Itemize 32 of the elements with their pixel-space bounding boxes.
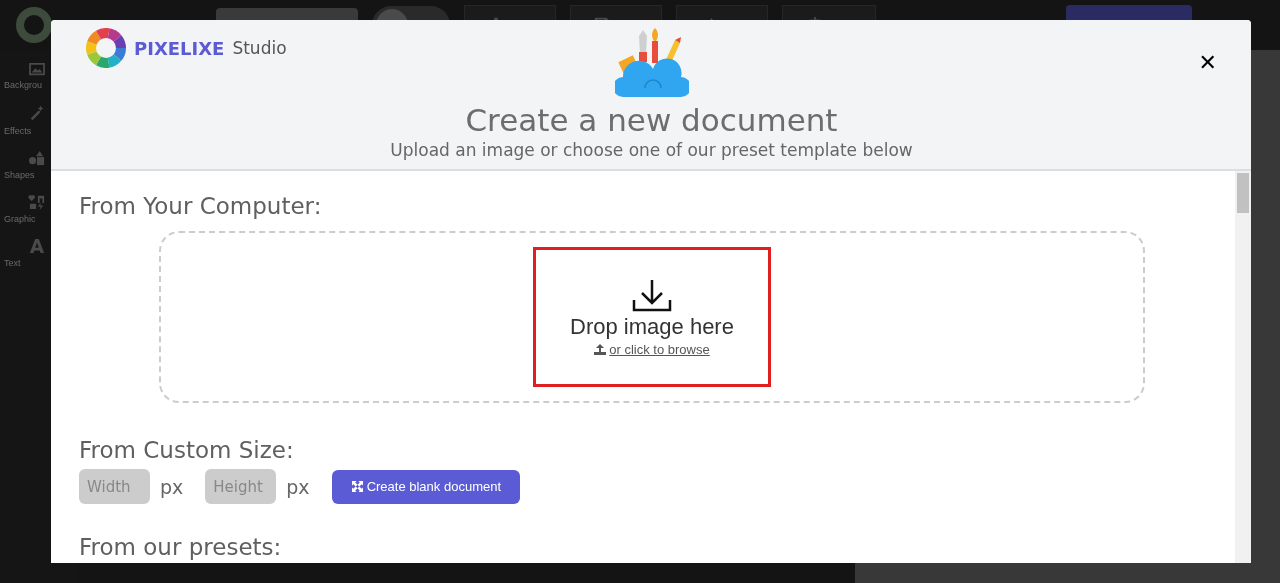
upload-icon: [594, 343, 607, 355]
image-icon: [28, 62, 46, 76]
brand-suffix: Studio: [232, 38, 287, 58]
expand-arrows-icon: [351, 481, 363, 492]
scrollbar[interactable]: [1235, 171, 1251, 563]
letter-icon: [28, 238, 46, 254]
sidebar-item[interactable]: Shapes: [0, 150, 50, 180]
drop-zone[interactable]: Drop image here or click to browse: [159, 231, 1145, 403]
logo-icon: [86, 28, 126, 68]
section-heading: From our presets:: [79, 534, 283, 560]
create-blank-button[interactable]: Create blank document: [331, 469, 521, 504]
magic-wand-icon: [28, 104, 46, 122]
sidebar-item[interactable]: Effects: [0, 104, 50, 136]
height-field[interactable]: Height: [205, 469, 277, 504]
browse-link[interactable]: or click to browse: [594, 341, 710, 357]
art-tools-cloud-icon: [614, 28, 689, 98]
drop-prompt: Drop image here: [570, 313, 734, 340]
download-icon: [631, 277, 673, 312]
section-heading: From Custom Size:: [79, 437, 295, 463]
dialog-subtitle: Upload an image or choose one of our preset template below: [390, 140, 913, 160]
section-heading: From Your Computer:: [79, 193, 323, 219]
unit-label: px: [160, 475, 184, 498]
brand-name: PIXELIXE: [134, 37, 225, 59]
graphics-icon: [28, 194, 46, 210]
unit-label: px: [286, 475, 310, 498]
shapes-icon: [28, 150, 46, 166]
width-field[interactable]: Width: [79, 469, 150, 504]
close-button[interactable]: ✕: [1198, 50, 1217, 75]
sidebar-item[interactable]: Text: [0, 238, 50, 268]
sidebar-item[interactable]: Graphic: [0, 194, 50, 224]
dialog-title: Create a new document: [465, 102, 838, 138]
sidebar-item[interactable]: Backgrou: [0, 62, 50, 90]
